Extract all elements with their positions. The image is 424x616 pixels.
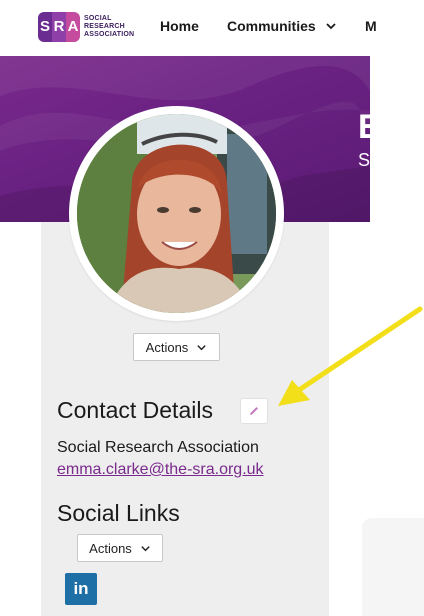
social-links-heading: Social Links [57,500,180,526]
profile-subtitle-truncated: S [358,150,370,170]
social-actions-label: Actions [89,540,132,556]
avatar-photo [77,114,276,313]
logo-line-social: SOCIAL [84,15,112,22]
logo-mark: S R A [38,12,80,42]
contact-details-heading: Contact Details [57,397,213,423]
profile-page: S R A SOCIAL RESEARCH ASSOCIATION Home C… [0,0,424,616]
logo-line-research: RESEARCH [84,23,125,30]
avatar[interactable] [77,114,276,313]
edit-contact-button[interactable] [240,398,268,424]
pencil-icon [250,407,258,415]
sra-logo[interactable]: S R A SOCIAL RESEARCH ASSOCIATION [38,10,134,44]
nav-home[interactable]: Home [160,18,199,34]
organization-name: Social Research Association [57,439,259,456]
logo-letter-s: S [38,12,52,42]
profile-name-truncated: E [358,108,370,146]
logo-letter-r: R [52,12,66,42]
logo-text: SOCIAL RESEARCH ASSOCIATION [84,15,134,39]
logo-letter-a: A [66,12,80,42]
logo-line-association: ASSOCIATION [84,31,135,38]
linkedin-icon[interactable]: in [65,573,97,605]
chevron-down-icon [197,344,206,350]
avatar-frame [69,106,284,321]
social-actions-dropdown[interactable]: Actions [77,534,163,562]
chevron-down-icon [141,545,150,551]
nav-communities[interactable]: Communities [227,18,337,34]
nav-communities-label: Communities [227,18,316,34]
top-navigation: S R A SOCIAL RESEARCH ASSOCIATION Home C… [0,0,424,56]
profile-actions-dropdown[interactable]: Actions [133,333,220,361]
actions-label: Actions [145,339,189,355]
nav-more-truncated[interactable]: M [365,18,377,34]
chevron-down-icon [326,23,336,30]
main-content-panel-edge [362,518,424,616]
email-link[interactable]: emma.clarke@the-sra.org.uk [57,461,264,479]
arrow-annotation-icon [278,306,423,406]
